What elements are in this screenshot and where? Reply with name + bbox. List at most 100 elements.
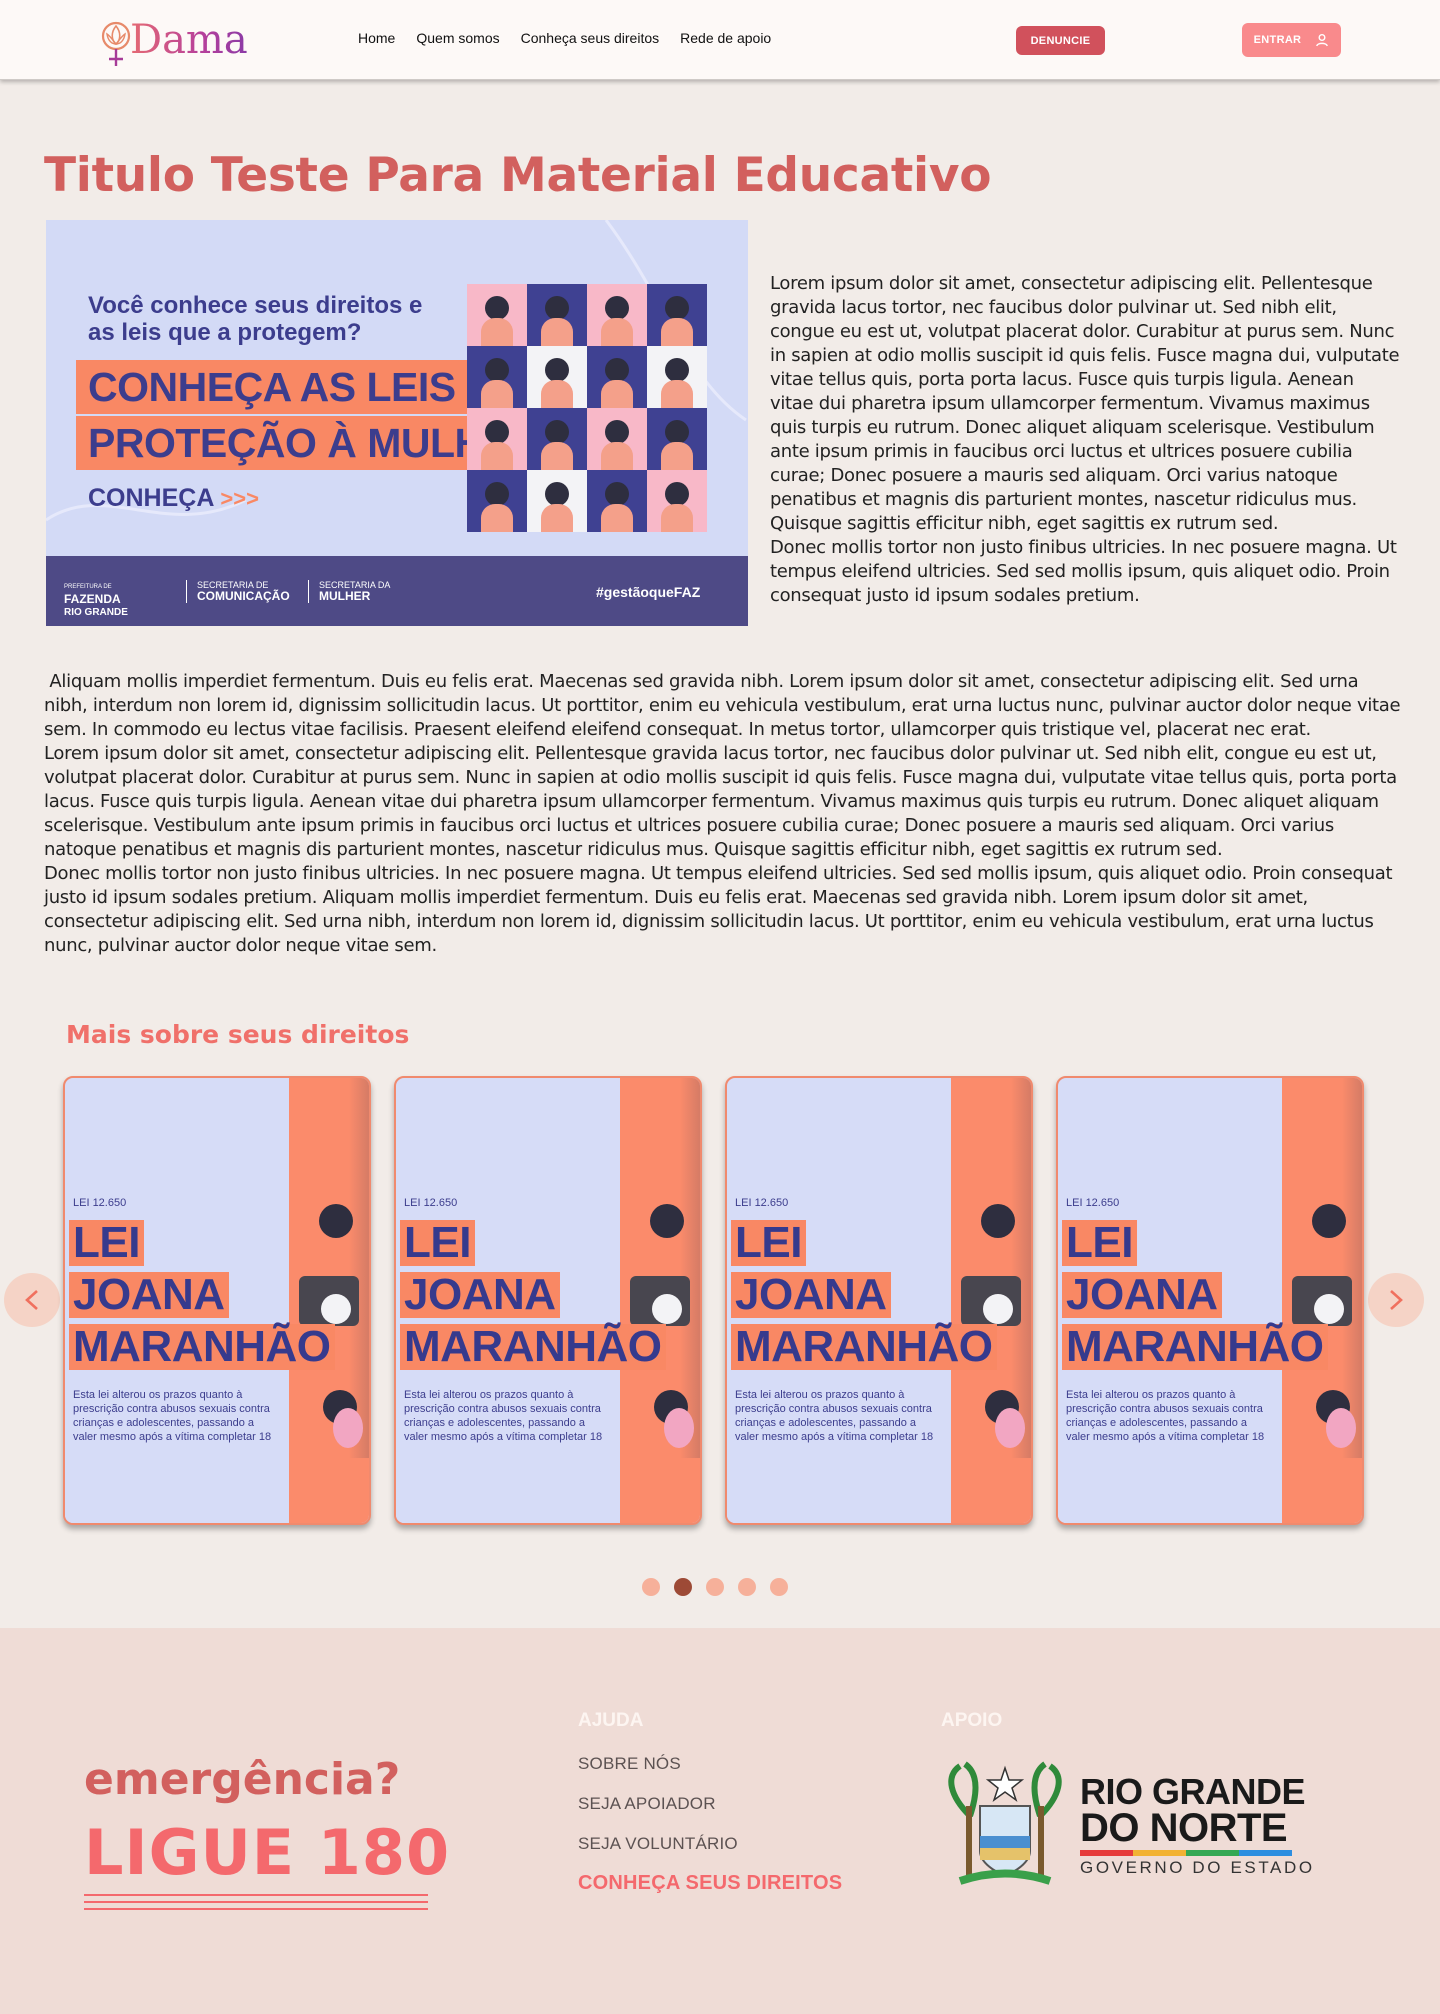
hero-cta-label: CONHEÇA [88, 484, 214, 512]
sponsor-sec1: COMUNICAÇÃO [197, 589, 290, 603]
hero-headline-line1-band: CONHEÇA AS LEIS DE [76, 360, 535, 414]
emergency-heading: emergência? [84, 1754, 401, 1805]
card-title-line1: LEI [1066, 1218, 1133, 1267]
card-law-number: LEI 12.650 [1066, 1197, 1120, 1209]
hero-headline-line1: CONHEÇA AS LEIS DE [88, 363, 523, 410]
sponsor-comunicacao: SECRETARIA DE COMUNICAÇÃO [186, 580, 290, 603]
body-paragraph: Lorem ipsum dolor sit amet, consectetur … [44, 743, 1397, 860]
rn-logo-line2: DO NORTE [1080, 1806, 1288, 1850]
sponsor-sec2: MULHER [319, 589, 371, 603]
venus-lotus-icon [101, 21, 131, 66]
card-title-line3: MARANHÃO [73, 1322, 331, 1371]
site-header: Dama Home Quem somos Conheça seus direit… [0, 0, 1440, 80]
side-paragraph: Donec mollis tortor non justo finibus ul… [770, 537, 1397, 606]
sponsor-mulher: SECRETARIA DA MULHER [308, 580, 390, 603]
logo-text: Dama [130, 14, 248, 66]
state-coat-of-arms-icon [948, 1761, 1062, 1885]
card-description: Esta lei alterou os prazos quanto à pres… [73, 1389, 272, 1446]
rn-logo-color-bar [1080, 1850, 1292, 1856]
rn-logo-line1: RIO GRANDE [1080, 1771, 1306, 1812]
footer-link-seja-voluntario[interactable]: SEJA VOLUNTÁRIO [578, 1834, 738, 1854]
rio-grande-do-norte-logo[interactable]: RIO GRANDE DO NORTE GOVERNO DO ESTADO [940, 1756, 1312, 1896]
card-bottom [727, 1458, 1031, 1523]
sponsor-pref-a: FAZENDA [64, 592, 121, 606]
more-rights-title: Mais sobre seus direitos [66, 1020, 410, 1049]
card-title-band: LEI [400, 1218, 475, 1267]
entrar-label: ENTRAR [1253, 34, 1302, 46]
card-law-number: LEI 12.650 [735, 1197, 789, 1209]
card-description: Esta lei alterou os prazos quanto à pres… [1066, 1389, 1265, 1446]
card-title-band: JOANA [400, 1270, 560, 1319]
card-title-line1: LEI [735, 1218, 802, 1267]
law-card[interactable]: LEI 12.650 LEI JOANA MARANHÃO Esta lei a… [394, 1076, 702, 1525]
hero-cta-arrows: >>> [220, 486, 259, 511]
entrar-button[interactable]: ENTRAR [1242, 23, 1341, 57]
hero-banner-image: Você conhece seus direitos e as leis que… [46, 220, 748, 626]
nav-quem-somos[interactable]: Quem somos [416, 30, 499, 46]
card-title-line3: MARANHÃO [404, 1322, 662, 1371]
ligue-underline [84, 1894, 428, 1910]
card-title-line3: MARANHÃO [1066, 1322, 1324, 1371]
carousel-next-button[interactable] [1368, 1273, 1424, 1327]
card-bottom [65, 1458, 369, 1523]
card-description: Esta lei alterou os prazos quanto à pres… [735, 1389, 934, 1446]
main-nav: Home Quem somos Conheça seus direitos Re… [358, 30, 771, 46]
card-law-number: LEI 12.650 [404, 1197, 458, 1209]
card-title-band: JOANA [69, 1270, 229, 1319]
denuncie-button[interactable]: DENUNCIE [1016, 26, 1105, 55]
user-icon [1316, 34, 1329, 47]
card-title-band: LEI [69, 1218, 144, 1267]
hero-cta: CONHEÇA >>> [88, 484, 259, 513]
card-title-line2: JOANA [1066, 1270, 1218, 1319]
footer-link-seja-apoiador[interactable]: SEJA APOIADOR [578, 1794, 716, 1814]
law-card[interactable]: LEI 12.650 LEI JOANA MARANHÃO Esta lei a… [1056, 1076, 1364, 1525]
sponsor-pref-b: RIO GRANDE [64, 607, 128, 618]
card-title-band: MARANHÃO [731, 1322, 997, 1371]
chevron-left-icon [25, 1290, 38, 1310]
carousel-dot[interactable] [706, 1578, 724, 1596]
carousel-dot[interactable] [642, 1578, 660, 1596]
denuncie-label: DENUNCIE [1030, 34, 1091, 47]
hero-question: Você conhece seus direitos e as leis que… [88, 292, 423, 346]
help-heading: AJUDA [578, 1710, 644, 1731]
card-title-band: JOANA [731, 1270, 891, 1319]
side-paragraph: Lorem ipsum dolor sit amet, consectetur … [770, 273, 1400, 534]
women-illustration-grid [467, 284, 707, 532]
card-bottom [1058, 1458, 1362, 1523]
chevron-right-icon [1390, 1290, 1403, 1310]
law-card[interactable]: LEI 12.650 LEI JOANA MARANHÃO Esta lei a… [725, 1076, 1033, 1525]
carousel-dot-active[interactable] [674, 1578, 692, 1596]
law-card[interactable]: LEI 12.650 LEI JOANA MARANHÃO Esta lei a… [63, 1076, 371, 1525]
logo[interactable]: Dama [98, 14, 248, 70]
page-title: Titulo Teste Para Material Educativo [44, 148, 992, 203]
card-title-line1: LEI [73, 1218, 140, 1267]
card-title-band: LEI [731, 1218, 806, 1267]
card-description: Esta lei alterou os prazos quanto à pres… [404, 1389, 603, 1446]
hero-sponsor-bar: PREFEITURA DE FAZENDA RIO GRANDE SECRETA… [46, 556, 748, 626]
body-paragraph: Donec mollis tortor non justo finibus ul… [44, 863, 1393, 956]
body-paragraph: Aliquam mollis imperdiet fermentum. Duis… [44, 671, 1406, 740]
nav-rede-apoio[interactable]: Rede de apoio [680, 30, 771, 46]
carousel-prev-button[interactable] [4, 1273, 60, 1327]
nav-conheca-direitos[interactable]: Conheça seus direitos [521, 30, 660, 46]
sponsor-pref-small: PREFEITURA DE [64, 584, 112, 590]
card-title-band: MARANHÃO [1062, 1322, 1328, 1371]
card-title-band: MARANHÃO [69, 1322, 335, 1371]
card-title-line1: LEI [404, 1218, 471, 1267]
carousel-pagination [642, 1578, 788, 1596]
card-law-number: LEI 12.650 [73, 1197, 127, 1209]
card-title-line2: JOANA [404, 1270, 556, 1319]
ligue-180[interactable]: LIGUE 180 [84, 1816, 450, 1889]
card-title-line2: JOANA [73, 1270, 225, 1319]
carousel-dot[interactable] [738, 1578, 756, 1596]
card-title-line2: JOANA [735, 1270, 887, 1319]
article-side-text: Lorem ipsum dolor sit amet, consectetur … [770, 272, 1400, 608]
article-body: Aliquam mollis imperdiet fermentum. Duis… [44, 670, 1404, 958]
support-heading: APOIO [941, 1710, 1003, 1731]
carousel-dot[interactable] [770, 1578, 788, 1596]
card-title-line3: MARANHÃO [735, 1322, 993, 1371]
footer-link-conheca-direitos[interactable]: CONHEÇA SEUS DIREITOS [578, 1872, 842, 1895]
nav-home[interactable]: Home [358, 30, 395, 46]
card-bottom [396, 1458, 700, 1523]
footer-link-sobre-nos[interactable]: SOBRE NÓS [578, 1754, 681, 1774]
